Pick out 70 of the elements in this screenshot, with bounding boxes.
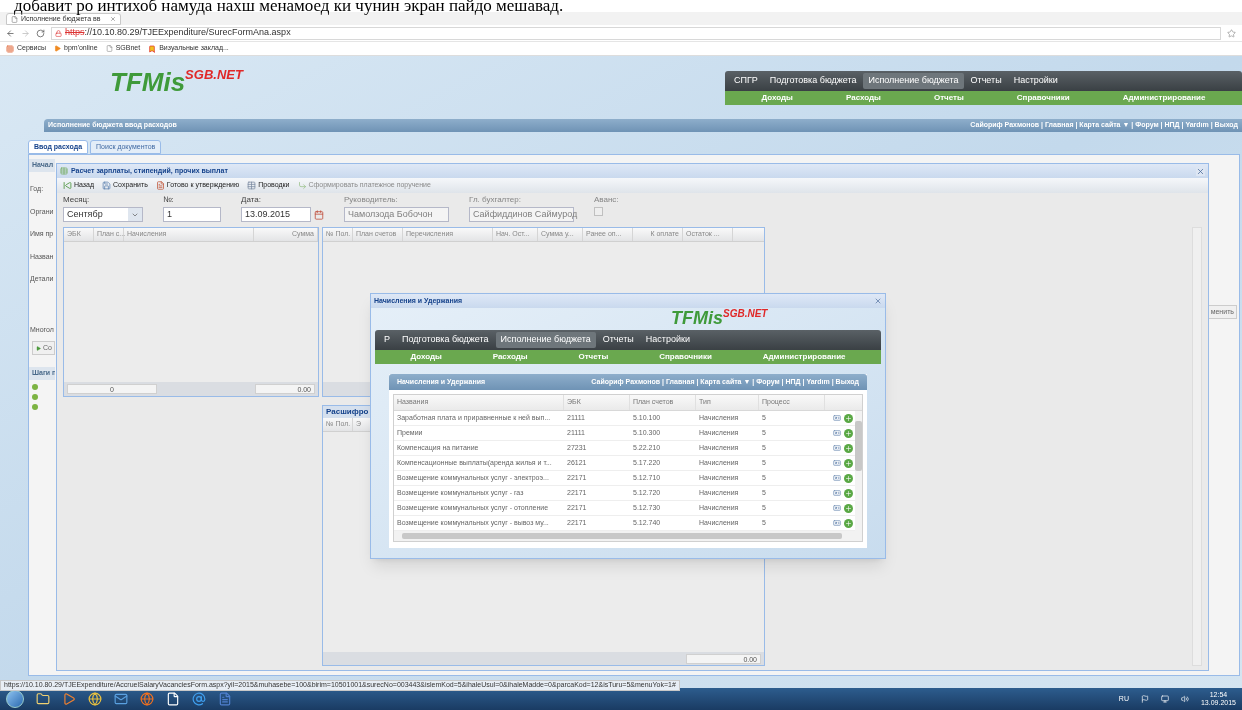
- card-icon[interactable]: [833, 504, 841, 512]
- play-icon[interactable]: [62, 692, 76, 706]
- document-icon[interactable]: [218, 692, 232, 706]
- card-icon[interactable]: [833, 489, 841, 497]
- back-icon: [63, 181, 72, 190]
- page-icon: [11, 15, 18, 23]
- month-select[interactable]: Сентябр: [63, 207, 143, 222]
- menu-item[interactable]: СПГР: [729, 73, 763, 89]
- play-icon: [36, 345, 41, 351]
- field-label: Руководитель:: [344, 194, 399, 206]
- field-label: Аванс:: [594, 194, 619, 206]
- field-label: №:: [163, 194, 175, 206]
- menu-item[interactable]: Исполнение бюджета: [863, 73, 964, 89]
- logo-wordmark: TFMis: [671, 308, 723, 328]
- address-bar[interactable]: https://10.10.80.29/TJEExpenditure/SurecFormAna.aspx: [51, 26, 1221, 40]
- text-field[interactable]: 1: [163, 207, 221, 222]
- document-icon: [155, 181, 165, 190]
- logo-superscript: SGB.NET: [185, 68, 243, 81]
- play-icon: [54, 45, 61, 52]
- close-icon[interactable]: [1196, 166, 1205, 176]
- menu-item[interactable]: Отчеты: [597, 332, 639, 348]
- flag-icon[interactable]: [1140, 695, 1149, 703]
- arrow-icon: [297, 181, 307, 190]
- globe-icon[interactable]: [140, 692, 154, 706]
- field-label: Гл. бухгалтер:: [469, 194, 522, 206]
- field-label: Дата:: [241, 194, 262, 206]
- field-label: Месяц:: [63, 194, 91, 206]
- window-icon: [60, 167, 68, 175]
- date-field[interactable]: 13.09.2015: [241, 207, 311, 222]
- close-icon[interactable]: [874, 297, 882, 305]
- add-icon[interactable]: [844, 518, 853, 528]
- add-icon[interactable]: [844, 458, 853, 468]
- add-icon[interactable]: [844, 488, 853, 498]
- menu-item[interactable]: Р: [379, 332, 395, 348]
- card-icon[interactable]: [833, 444, 841, 452]
- card-icon[interactable]: [833, 519, 841, 527]
- logo-wordmark: TFMis: [110, 68, 186, 96]
- forward-icon[interactable]: [21, 28, 30, 38]
- browser-icon[interactable]: [88, 692, 102, 706]
- folder-icon[interactable]: [36, 692, 50, 706]
- add-icon[interactable]: [844, 443, 853, 453]
- add-icon[interactable]: [844, 413, 853, 423]
- bookmark-star-icon[interactable]: [1227, 28, 1236, 38]
- menu-item[interactable]: Отчеты: [965, 73, 1007, 89]
- insecure-lock-icon: [55, 29, 62, 37]
- calendar-icon: [314, 209, 324, 220]
- at-sign-icon[interactable]: [192, 692, 206, 706]
- page-icon[interactable]: [166, 692, 180, 706]
- menu-item[interactable]: Настройки: [1008, 73, 1063, 89]
- menu-item[interactable]: Исполнение бюджета: [495, 332, 596, 348]
- table-icon: [247, 181, 257, 190]
- add-icon[interactable]: [844, 473, 853, 483]
- add-icon[interactable]: [844, 428, 853, 438]
- menu-item[interactable]: Настройки: [640, 332, 695, 348]
- card-icon[interactable]: [833, 459, 841, 467]
- save-icon: [102, 181, 112, 190]
- logo-superscript: SGB.NET: [723, 308, 768, 319]
- card-icon[interactable]: [833, 414, 841, 422]
- volume-icon[interactable]: [1180, 695, 1189, 703]
- menu-item[interactable]: Подготовка бюджета: [397, 332, 494, 348]
- add-icon[interactable]: [844, 503, 853, 513]
- mail-icon[interactable]: [114, 692, 128, 706]
- menu-item[interactable]: Подготовка бюджета: [764, 73, 862, 89]
- back-icon[interactable]: [6, 28, 15, 38]
- reload-icon[interactable]: [36, 28, 45, 38]
- bookmark-icon: [148, 44, 157, 53]
- close-icon: [110, 16, 116, 22]
- card-icon[interactable]: [833, 474, 841, 482]
- card-icon[interactable]: [833, 429, 841, 437]
- page-icon: [105, 45, 113, 52]
